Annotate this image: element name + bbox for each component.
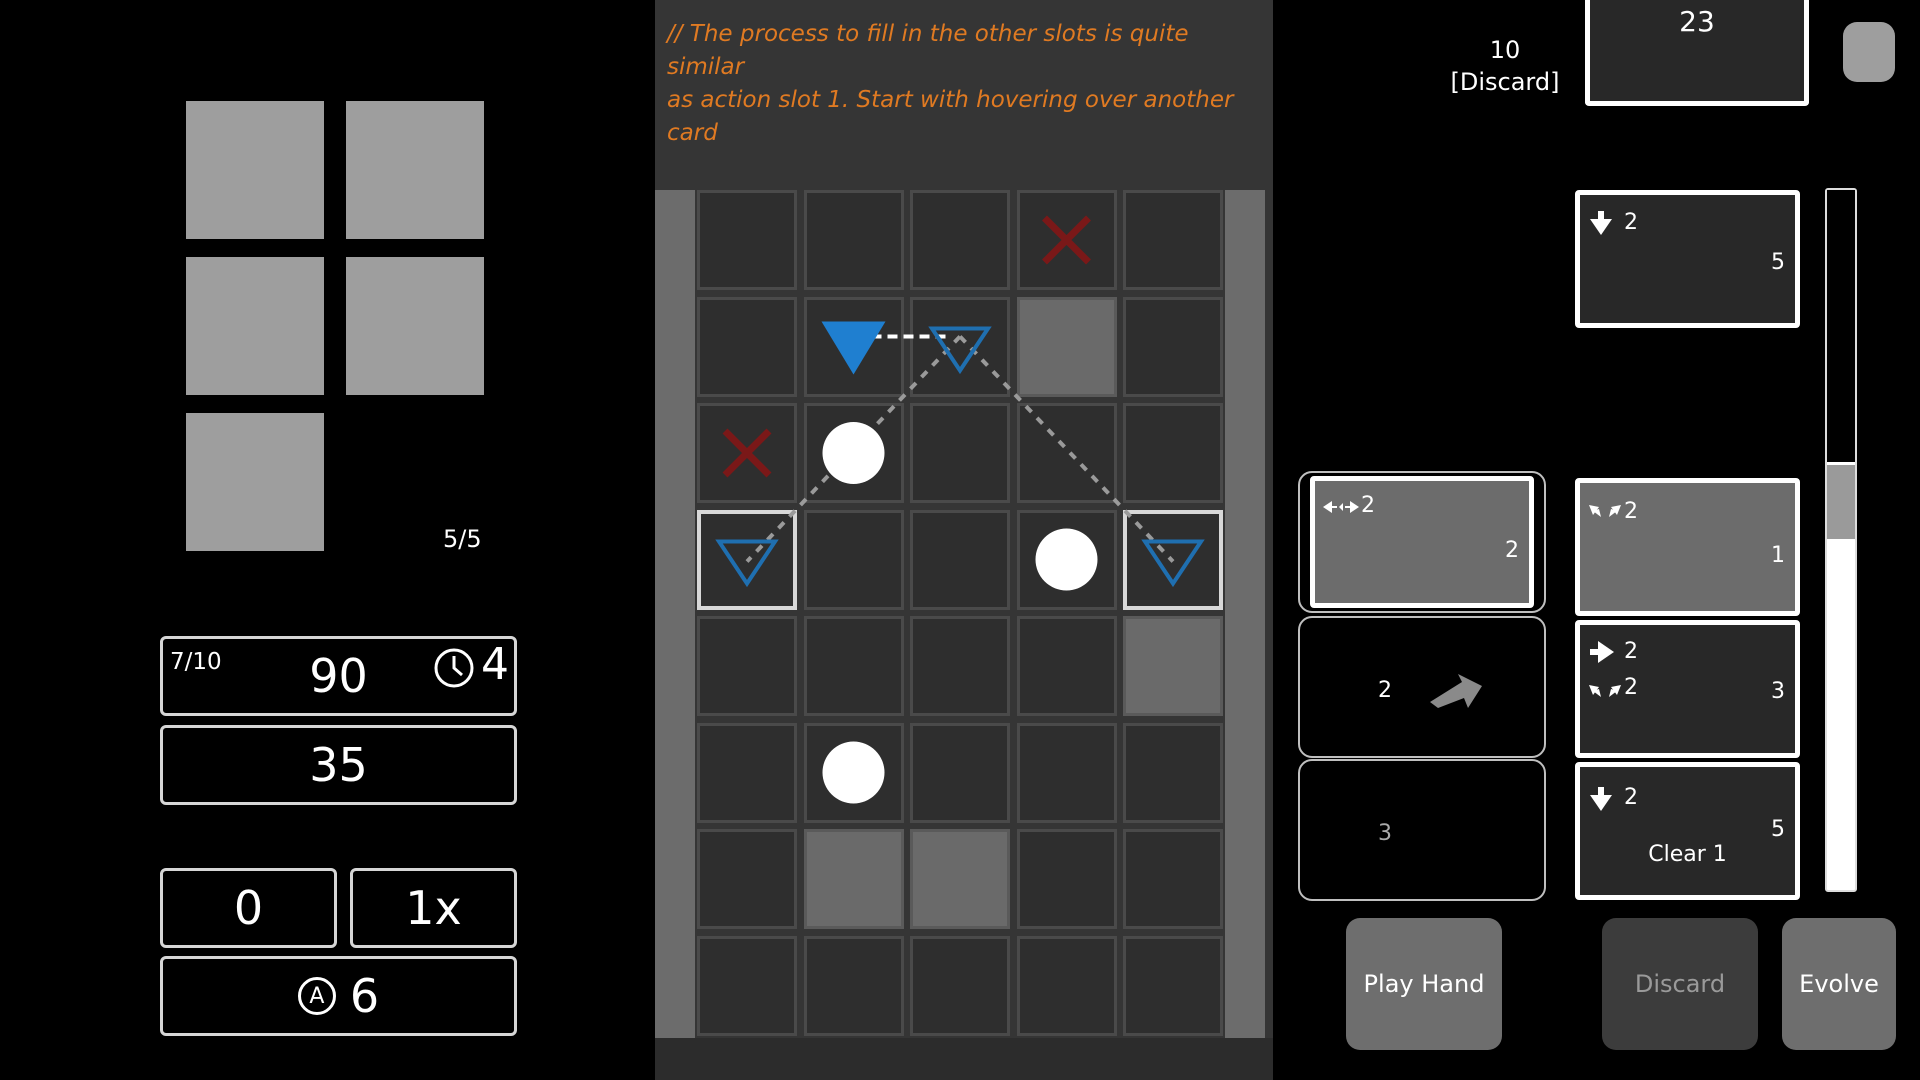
orb xyxy=(1035,528,1098,591)
card-move-value-2: 2 xyxy=(1624,675,1638,700)
card-move-value: 2 xyxy=(1624,210,1638,235)
play-hand-button[interactable]: Play Hand xyxy=(1346,918,1502,1050)
card-move-value: 2 xyxy=(1624,499,1638,524)
card-effect: Clear 1 xyxy=(1648,842,1727,867)
orb xyxy=(822,422,885,484)
hand-card[interactable]: 2 2 xyxy=(1310,476,1534,608)
target-triangle-icon xyxy=(1141,539,1205,588)
card-cost: 3 xyxy=(1771,679,1785,704)
hand-slot-2[interactable]: 2 xyxy=(1298,616,1546,758)
hand-slot-value: 3 xyxy=(1378,821,1392,846)
hand-slot-1[interactable]: 2 2 xyxy=(1298,471,1546,613)
card-2[interactable]: 2 1 xyxy=(1575,478,1800,616)
discard-button[interactable]: Discard xyxy=(1602,918,1758,1050)
arrows-horizontal-icon xyxy=(1323,501,1359,513)
target-triangle-icon xyxy=(715,539,779,588)
card-4[interactable]: 2 5 Clear 1 xyxy=(1575,762,1800,900)
arrows-diagonal-icon xyxy=(1589,505,1621,517)
discard-count: 10 [Discard] xyxy=(1430,34,1580,98)
orb xyxy=(822,741,885,804)
path-line xyxy=(958,335,1175,563)
discard-label: [Discard] xyxy=(1450,68,1560,96)
arrow-right-icon xyxy=(1430,674,1482,708)
card-cost: 5 xyxy=(1771,817,1785,842)
scrollbar-track-dark xyxy=(1827,190,1855,462)
evolve-button[interactable]: Evolve xyxy=(1782,918,1896,1050)
hand-card-move-value: 2 xyxy=(1361,493,1375,518)
blocked-x-icon xyxy=(722,428,772,478)
deck-count: 23 xyxy=(1679,5,1715,38)
card-cost: 1 xyxy=(1771,543,1785,568)
discard-count-value: 10 xyxy=(1489,36,1521,64)
hand-slot-3[interactable]: 3 xyxy=(1298,759,1546,901)
cards-scrollbar[interactable] xyxy=(1825,188,1857,892)
card-3[interactable]: 2 2 3 xyxy=(1575,620,1800,758)
draw-pile[interactable]: 23 xyxy=(1585,0,1809,106)
arrow-down-icon xyxy=(1590,787,1612,811)
card-cost: 5 xyxy=(1771,250,1785,275)
menu-toggle[interactable] xyxy=(1843,22,1895,82)
card-move-value: 2 xyxy=(1624,639,1638,664)
hand-card-cost: 2 xyxy=(1505,538,1519,563)
card-1[interactable]: 2 5 xyxy=(1575,190,1800,328)
arrows-diagonal-icon xyxy=(1589,685,1621,697)
card-move-value: 2 xyxy=(1624,785,1638,810)
hand-slot-value: 2 xyxy=(1378,678,1392,703)
blocked-x-icon xyxy=(1042,215,1091,265)
arrow-right-icon xyxy=(1590,641,1614,663)
arrow-down-icon xyxy=(1590,211,1612,235)
scrollbar-thumb[interactable] xyxy=(1827,465,1855,539)
player-triangle-icon xyxy=(821,321,886,375)
